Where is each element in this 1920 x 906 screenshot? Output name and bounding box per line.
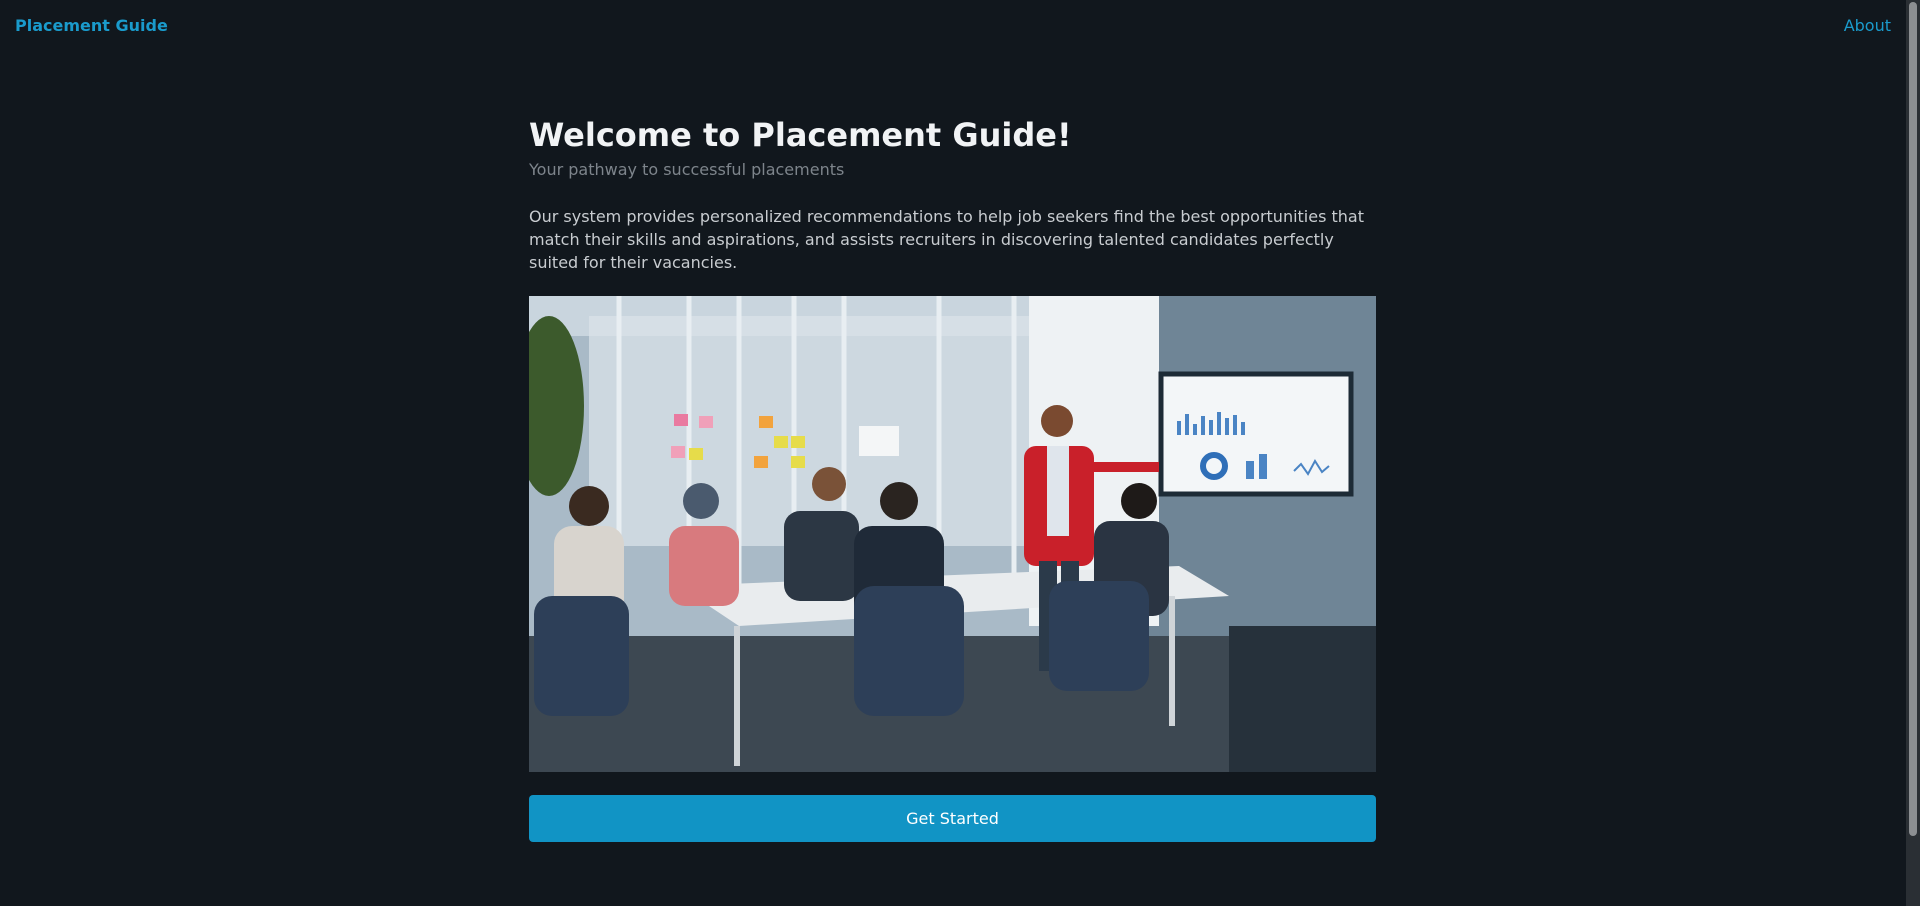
page-subtitle: Your pathway to successful placements [529,160,845,179]
brand-link[interactable]: Placement Guide [15,16,168,35]
navbar: Placement Guide About [0,0,1906,50]
about-link[interactable]: About [1844,16,1891,35]
intro-description: Our system provides personalized recomme… [529,207,1365,272]
meeting-photo-illustration [529,296,1376,772]
get-started-button[interactable]: Get Started [529,795,1376,842]
meeting-photo [529,296,1376,772]
scrollbar-thumb[interactable] [1909,2,1917,836]
main-content: Welcome to Placement Guide! Your pathway… [529,110,1376,842]
page-title: Welcome to Placement Guide! [529,116,1072,154]
page-scrollbar[interactable] [1906,0,1920,906]
